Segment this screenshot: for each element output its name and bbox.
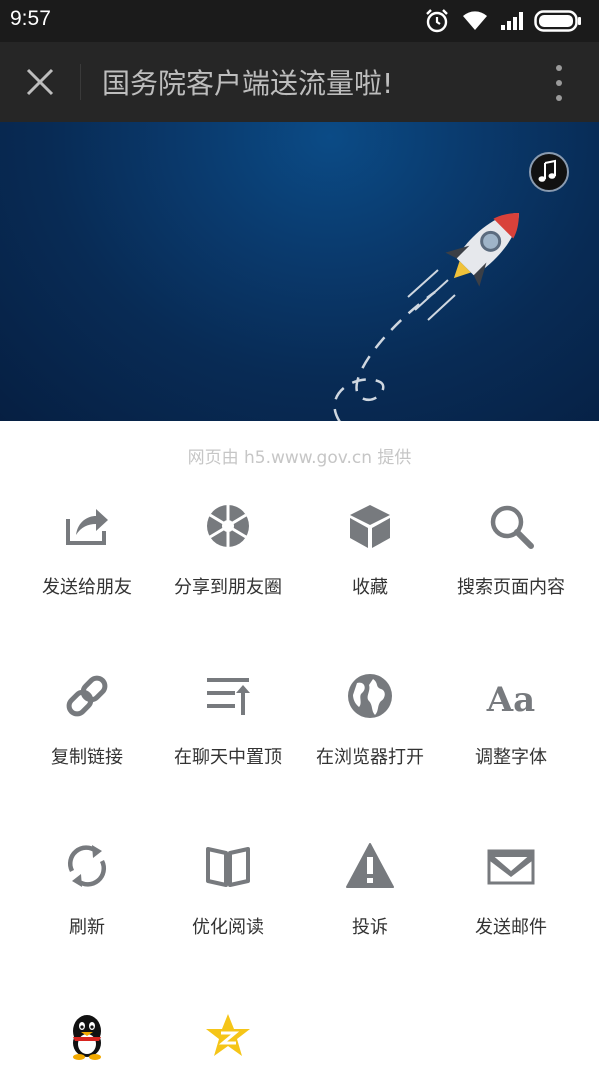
send-to-friend-button[interactable]: 发送给朋友 — [12, 501, 162, 631]
share-forward-icon — [66, 509, 108, 545]
menu-label: 复制链接 — [51, 747, 123, 768]
link-icon — [66, 675, 108, 717]
status-time: 9:57 — [10, 7, 51, 30]
title-divider — [80, 64, 81, 100]
mail-icon — [487, 849, 535, 885]
refresh-button[interactable]: 刷新 — [12, 841, 162, 971]
pin-top-list-icon — [207, 678, 250, 715]
more-options-button[interactable] — [544, 62, 574, 104]
open-in-browser-button[interactable]: 在浏览器打开 — [295, 671, 445, 801]
adjust-font-button[interactable]: Aa 调整字体 — [436, 671, 586, 801]
globe-icon — [348, 674, 392, 718]
music-note-icon — [538, 159, 556, 182]
share-moments-button[interactable]: 分享到朋友圈 — [153, 501, 303, 631]
favorite-button[interactable]: 收藏 — [295, 501, 445, 631]
signal-icon — [501, 12, 523, 30]
menu-label: 收藏 — [352, 577, 388, 598]
share-qzone-button[interactable] — [153, 1011, 303, 1066]
qq-penguin-icon — [73, 1015, 101, 1060]
copy-link-button[interactable]: 复制链接 — [12, 671, 162, 801]
battery-icon — [534, 10, 581, 32]
refresh-icon — [67, 845, 107, 887]
menu-label: 优化阅读 — [192, 917, 264, 938]
menu-label: 调整字体 — [475, 747, 547, 768]
menu-label: 投诉 — [352, 917, 388, 938]
menu-label: 刷新 — [69, 917, 105, 938]
menu-label: 发送邮件 — [475, 917, 547, 938]
qzone-star-icon — [206, 1014, 250, 1056]
open-book-icon — [206, 847, 250, 887]
title-bar: 国务院客户端送流量啦! — [0, 42, 599, 122]
action-sheet: 网页由 h5.www.gov.cn 提供 发送给朋友 分享到朋友圈 收藏 搜索页… — [0, 421, 599, 1066]
report-button[interactable]: 投诉 — [295, 841, 445, 971]
pin-to-chat-button[interactable]: 在聊天中置顶 — [153, 671, 303, 801]
font-size-icon: Aa — [486, 680, 535, 720]
menu-label: 在聊天中置顶 — [174, 747, 282, 768]
close-icon — [26, 68, 54, 96]
alarm-icon — [426, 9, 448, 33]
page-title: 国务院客户端送流量啦! — [102, 67, 394, 100]
menu-label: 在浏览器打开 — [316, 747, 424, 768]
search-icon — [490, 505, 534, 549]
status-bar: 9:57 — [0, 0, 599, 42]
menu-label: 发送给朋友 — [42, 577, 132, 598]
provider-text: 网页由 h5.www.gov.cn 提供 — [187, 448, 412, 468]
moments-aperture-icon — [207, 505, 249, 547]
menu-label: 搜索页面内容 — [457, 577, 565, 598]
rocket-illustration — [333, 213, 519, 421]
warning-icon — [346, 843, 394, 888]
wifi-icon — [463, 11, 487, 30]
share-qq-button[interactable] — [12, 1011, 162, 1066]
send-email-button[interactable]: 发送邮件 — [436, 841, 586, 971]
cube-icon — [350, 505, 390, 548]
music-button[interactable] — [529, 152, 569, 192]
search-page-button[interactable]: 搜索页面内容 — [436, 501, 586, 631]
optimize-reading-button[interactable]: 优化阅读 — [153, 841, 303, 971]
hero-banner[interactable] — [0, 122, 599, 421]
close-button[interactable] — [18, 60, 62, 104]
svg-text:Aa: Aa — [486, 680, 535, 720]
more-vertical-icon — [556, 65, 562, 101]
menu-label: 分享到朋友圈 — [174, 577, 282, 598]
